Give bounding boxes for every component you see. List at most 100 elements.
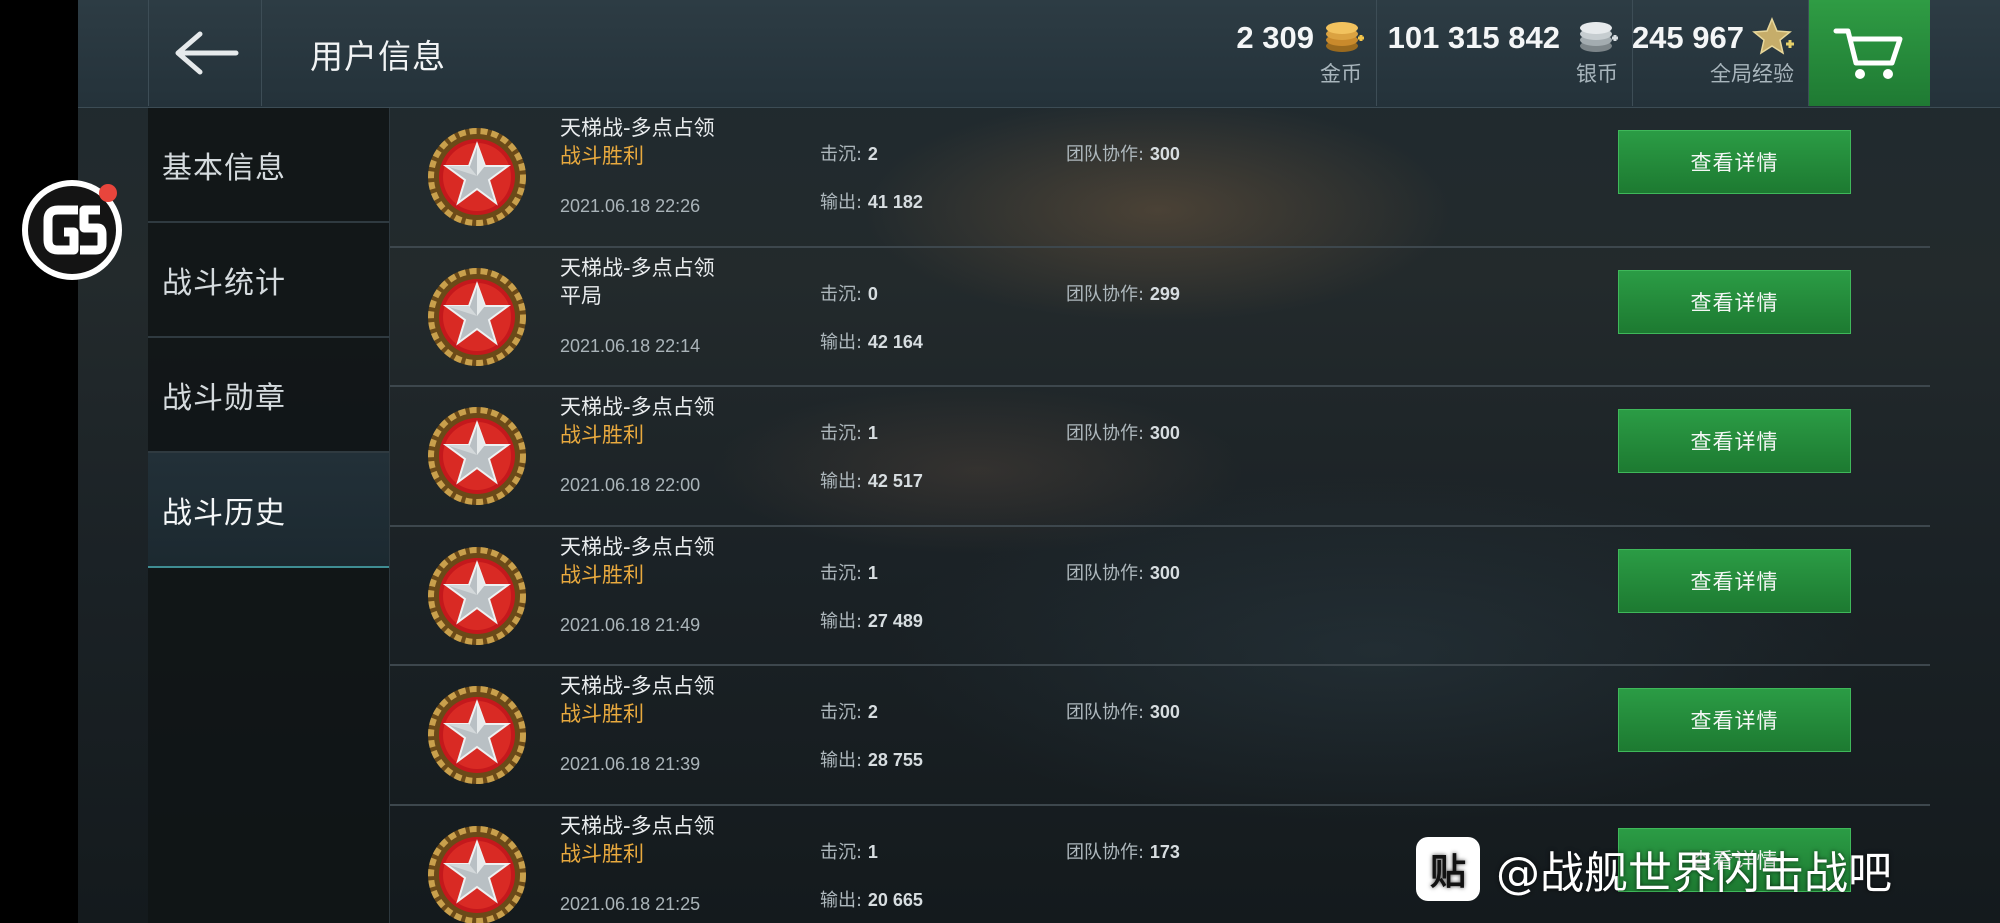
back-button[interactable]: [148, 0, 262, 106]
cart-icon: [1833, 28, 1902, 79]
kills-stat: 击沉: 2: [820, 140, 878, 166]
teamwork-stat: 团队协作: 300: [1066, 419, 1180, 445]
damage-label: 输出:: [820, 610, 863, 632]
sidebar-item-basic-info[interactable]: 基本信息: [148, 108, 389, 223]
view-details-button[interactable]: 查看详情: [1618, 269, 1851, 334]
battle-row: 天梯战-多点占领 战斗胜利 2021.06.18 22:26 击沉: 2 输出:…: [390, 108, 1930, 248]
view-details-button[interactable]: 查看详情: [1618, 130, 1851, 194]
damage-stat: 输出: 42 517: [820, 467, 923, 493]
kills-label: 击沉:: [820, 702, 863, 723]
watermark-text: @战舰世界闪击战吧: [1496, 848, 1892, 899]
kills-value: 2: [867, 702, 878, 722]
damage-value: 20 665: [867, 889, 923, 910]
battle-date: 2021.06.18 21:39: [560, 754, 701, 774]
sidebar-item-battle-history[interactable]: 战斗历史: [148, 453, 389, 568]
teamwork-stat: 团队协作: 300: [1066, 698, 1180, 724]
teamwork-value: 300: [1149, 423, 1180, 443]
kills-value: 0: [867, 283, 878, 304]
battle-row: 天梯战-多点占领 平局 2021.06.18 22:14 击沉: 0 输出: 4…: [390, 248, 1930, 387]
shop-cart-button[interactable]: [1808, 0, 1930, 106]
kills-label: 击沉:: [820, 144, 863, 165]
zhihu-icon: 贴: [1416, 837, 1480, 901]
gold-label: 金币: [1320, 62, 1362, 86]
battle-result: 战斗胜利: [560, 562, 644, 587]
battle-mode: 天梯战-多点占领: [560, 116, 715, 140]
kills-value: 1: [867, 423, 878, 443]
damage-stat: 输出: 28 755: [820, 746, 923, 772]
kills-stat: 击沉: 1: [820, 419, 878, 445]
battle-row: 天梯战-多点占领 战斗胜利 2021.06.18 21:49 击沉: 1 输出:…: [390, 527, 1930, 666]
teamwork-stat: 团队协作: 299: [1066, 280, 1180, 306]
view-details-button[interactable]: 查看详情: [1618, 409, 1851, 473]
teamwork-label: 团队协作:: [1066, 283, 1145, 305]
damage-value: 42 164: [867, 331, 923, 352]
gold-coins-icon[interactable]: [1322, 16, 1366, 58]
battle-date: 2021.06.18 21:49: [560, 614, 701, 635]
damage-label: 输出:: [820, 331, 863, 353]
kills-label: 击沉:: [820, 283, 863, 305]
kills-stat: 击沉: 2: [820, 698, 878, 724]
battle-date: 2021.06.18 22:00: [560, 475, 701, 495]
battle-result: 战斗胜利: [560, 841, 644, 866]
battle-mode: 天梯战-多点占领: [560, 813, 715, 838]
silver-coins-icon[interactable]: [1576, 16, 1620, 58]
teamwork-label: 团队协作:: [1066, 841, 1145, 863]
silver-label: 银币: [1576, 62, 1618, 86]
teamwork-value: 300: [1149, 562, 1180, 583]
kills-label: 击沉:: [820, 841, 863, 863]
battle-result: 战斗胜利: [560, 144, 644, 168]
teamwork-value: 299: [1149, 283, 1180, 304]
battle-mode: 天梯战-多点占领: [560, 395, 715, 419]
battle-mode: 天梯战-多点占领: [560, 534, 715, 559]
damage-value: 28 755: [867, 750, 923, 770]
kills-value: 1: [867, 562, 878, 583]
victory-medal-icon: [428, 546, 526, 645]
teamwork-label: 团队协作:: [1066, 562, 1145, 584]
damage-stat: 输出: 20 665: [820, 886, 923, 912]
silver-amount: 101 315 842: [1387, 20, 1560, 55]
back-arrow-icon: [175, 31, 239, 75]
app-window: 用户信息 2 309 金币 101 315 842 银币 245 967 全局经…: [78, 0, 2000, 923]
kills-label: 击沉:: [820, 562, 863, 584]
battle-date: 2021.06.18 21:25: [560, 893, 701, 914]
victory-medal-icon: [428, 267, 526, 366]
kills-stat: 击沉: 1: [820, 838, 878, 864]
teamwork-stat: 团队协作: 173: [1066, 838, 1180, 864]
teamwork-value: 300: [1149, 702, 1180, 722]
teamwork-label: 团队协作:: [1066, 423, 1145, 444]
damage-label: 输出:: [820, 889, 863, 911]
sidebar-item-battle-stats[interactable]: 战斗统计: [148, 223, 389, 338]
victory-medal-icon: [428, 686, 526, 784]
gold-amount: 2 309: [1236, 20, 1314, 55]
star-xp-icon[interactable]: [1752, 16, 1796, 58]
xp-label: 全局经验: [1710, 62, 1794, 86]
kills-stat: 击沉: 1: [820, 559, 878, 585]
battle-mode: 天梯战-多点占领: [560, 255, 715, 280]
sidebar: 基本信息 战斗统计 战斗勋章 战斗历史: [148, 108, 390, 923]
damage-value: 42 517: [867, 471, 923, 491]
battle-row: 天梯战-多点占领 战斗胜利 2021.06.18 21:39 击沉: 2 输出:…: [390, 666, 1930, 806]
view-details-button[interactable]: 查看详情: [1618, 688, 1851, 752]
teamwork-stat: 团队协作: 300: [1066, 140, 1180, 166]
battle-date: 2021.06.18 22:14: [560, 335, 701, 356]
teamwork-stat: 团队协作: 300: [1066, 559, 1180, 585]
kills-value: 1: [867, 841, 878, 862]
damage-value: 27 489: [867, 610, 923, 631]
victory-medal-icon: [428, 407, 526, 505]
teamwork-value: 300: [1149, 144, 1180, 164]
victory-medal-icon: [428, 825, 526, 923]
damage-label: 输出:: [820, 471, 863, 492]
battle-mode: 天梯战-多点占领: [560, 674, 715, 698]
view-details-button[interactable]: 查看详情: [1618, 548, 1851, 613]
teamwork-label: 团队协作:: [1066, 144, 1145, 165]
battle-result: 平局: [560, 283, 602, 308]
teamwork-value: 173: [1149, 841, 1180, 862]
watermark: 贴 @战舰世界闪击战吧: [1416, 836, 1892, 902]
damage-stat: 输出: 27 489: [820, 607, 923, 633]
battle-result: 战斗胜利: [560, 423, 644, 447]
sidebar-item-battle-medals[interactable]: 战斗勋章: [148, 338, 389, 453]
battle-result: 战斗胜利: [560, 702, 644, 726]
kills-label: 击沉:: [820, 423, 863, 444]
damage-stat: 输出: 42 164: [820, 328, 923, 354]
teamwork-label: 团队协作:: [1066, 702, 1145, 723]
